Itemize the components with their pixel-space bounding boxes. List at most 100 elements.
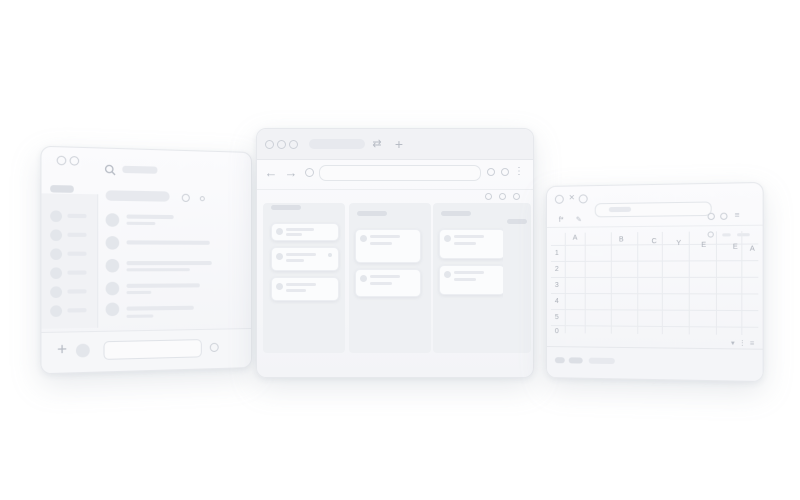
forward-arrow-icon[interactable]: →	[285, 165, 297, 179]
grid-line	[551, 293, 758, 294]
message-avatar	[106, 236, 120, 250]
close-icon[interactable]: ×	[567, 192, 577, 204]
card-meta	[370, 282, 392, 285]
grid-line	[551, 325, 758, 328]
column-header	[507, 219, 527, 224]
browser-window: ⇄ + ← → ⋮	[256, 128, 534, 378]
window-control-icon[interactable]	[289, 140, 298, 149]
row-number[interactable]: 5	[555, 314, 559, 321]
row-number[interactable]: 1	[555, 250, 559, 257]
column-header[interactable]: E	[701, 242, 706, 249]
contact-name	[67, 289, 86, 293]
column-header[interactable]: C	[652, 238, 657, 245]
reload-icon[interactable]	[305, 168, 314, 177]
column-header	[441, 211, 471, 216]
menu-icon[interactable]: ≡	[733, 210, 741, 220]
card-flag	[328, 253, 332, 257]
task-card[interactable]	[439, 265, 505, 295]
back-arrow-icon[interactable]: ←	[265, 165, 277, 179]
contact-avatar[interactable]	[50, 210, 62, 222]
contact-avatar[interactable]	[50, 248, 62, 260]
list-icon[interactable]: ≡	[748, 339, 757, 347]
row-number[interactable]: 4	[555, 298, 559, 305]
column-header[interactable]: A	[750, 246, 755, 253]
composer-bar: +	[41, 328, 251, 373]
task-card[interactable]	[439, 229, 505, 259]
message-line	[126, 306, 193, 311]
card-title	[286, 283, 316, 286]
plus-icon[interactable]: +	[54, 343, 69, 358]
window-control-icon[interactable]	[70, 156, 80, 166]
grid-line	[662, 232, 663, 334]
send-icon[interactable]	[210, 343, 219, 352]
column-header[interactable]: Y	[676, 240, 681, 247]
card-avatar	[276, 283, 283, 290]
message-line	[126, 261, 211, 265]
search-icon[interactable]	[103, 163, 116, 176]
contact-avatar[interactable]	[50, 267, 62, 279]
tab-strip: ⇄ +	[257, 129, 533, 160]
window-control-icon[interactable]	[579, 194, 588, 203]
card-meta	[286, 289, 306, 292]
window-control-icon[interactable]	[265, 140, 274, 149]
column-header[interactable]: A	[573, 235, 578, 242]
task-card[interactable]	[271, 247, 339, 271]
card-meta	[454, 242, 476, 245]
grid-line	[585, 233, 586, 334]
grid-line	[551, 277, 758, 278]
card-avatar	[444, 235, 451, 242]
search-field[interactable]	[122, 166, 157, 174]
window-control-icon[interactable]	[57, 156, 67, 166]
row-number[interactable]: 3	[555, 282, 559, 289]
contact-name	[67, 233, 86, 237]
sheet-tab[interactable]	[555, 357, 565, 363]
profile-icon[interactable]	[720, 213, 727, 220]
task-card[interactable]	[355, 269, 421, 297]
grid-line	[689, 232, 690, 335]
info-icon[interactable]	[200, 196, 205, 201]
window-control-icon[interactable]	[555, 195, 564, 204]
card-meta	[286, 259, 304, 262]
task-card[interactable]	[271, 277, 339, 301]
card-avatar	[360, 235, 367, 242]
card-meta	[454, 278, 476, 281]
swap-icon[interactable]: ⇄	[371, 137, 383, 151]
card-avatar	[360, 275, 367, 282]
sheet-tab[interactable]	[589, 358, 615, 364]
extension-icon[interactable]	[487, 168, 495, 176]
row-number[interactable]: 0	[555, 328, 559, 335]
new-tab-icon[interactable]: +	[393, 137, 405, 151]
contact-name	[67, 252, 86, 256]
chevron-down-icon[interactable]: ▾	[729, 339, 737, 347]
contact-avatar[interactable]	[50, 305, 62, 317]
row-number[interactable]: 2	[555, 266, 559, 273]
active-tab[interactable]	[309, 139, 365, 149]
task-card[interactable]	[271, 223, 339, 241]
settings-icon[interactable]	[499, 193, 506, 200]
sync-icon[interactable]	[485, 193, 492, 200]
grid-line	[637, 232, 638, 334]
address-bar[interactable]	[319, 165, 481, 181]
sheet-grid[interactable]: A B C Y E E A 1 2 3 4 5 0	[551, 231, 758, 335]
pencil-icon[interactable]: ✎	[575, 215, 583, 225]
message-input[interactable]	[103, 339, 201, 360]
menu-icon[interactable]: ⋮	[515, 166, 523, 178]
user-avatar[interactable]	[76, 344, 90, 358]
contact-avatar[interactable]	[50, 229, 62, 241]
column-header	[357, 211, 387, 216]
grid-line	[716, 231, 717, 334]
contact-avatar[interactable]	[50, 286, 62, 298]
message-line	[126, 240, 209, 244]
grid-line	[565, 233, 566, 333]
call-icon[interactable]	[182, 194, 190, 202]
window-control-icon[interactable]	[277, 140, 286, 149]
more-icon[interactable]: ⋮	[739, 339, 745, 347]
column-header[interactable]: E	[733, 244, 738, 251]
message-line	[126, 268, 189, 271]
profile-icon[interactable]	[501, 168, 509, 176]
share-icon[interactable]	[708, 213, 715, 220]
share-icon[interactable]	[513, 193, 520, 200]
column-header[interactable]: B	[619, 236, 624, 243]
sheet-tab[interactable]	[569, 357, 583, 363]
task-card[interactable]	[355, 229, 421, 263]
